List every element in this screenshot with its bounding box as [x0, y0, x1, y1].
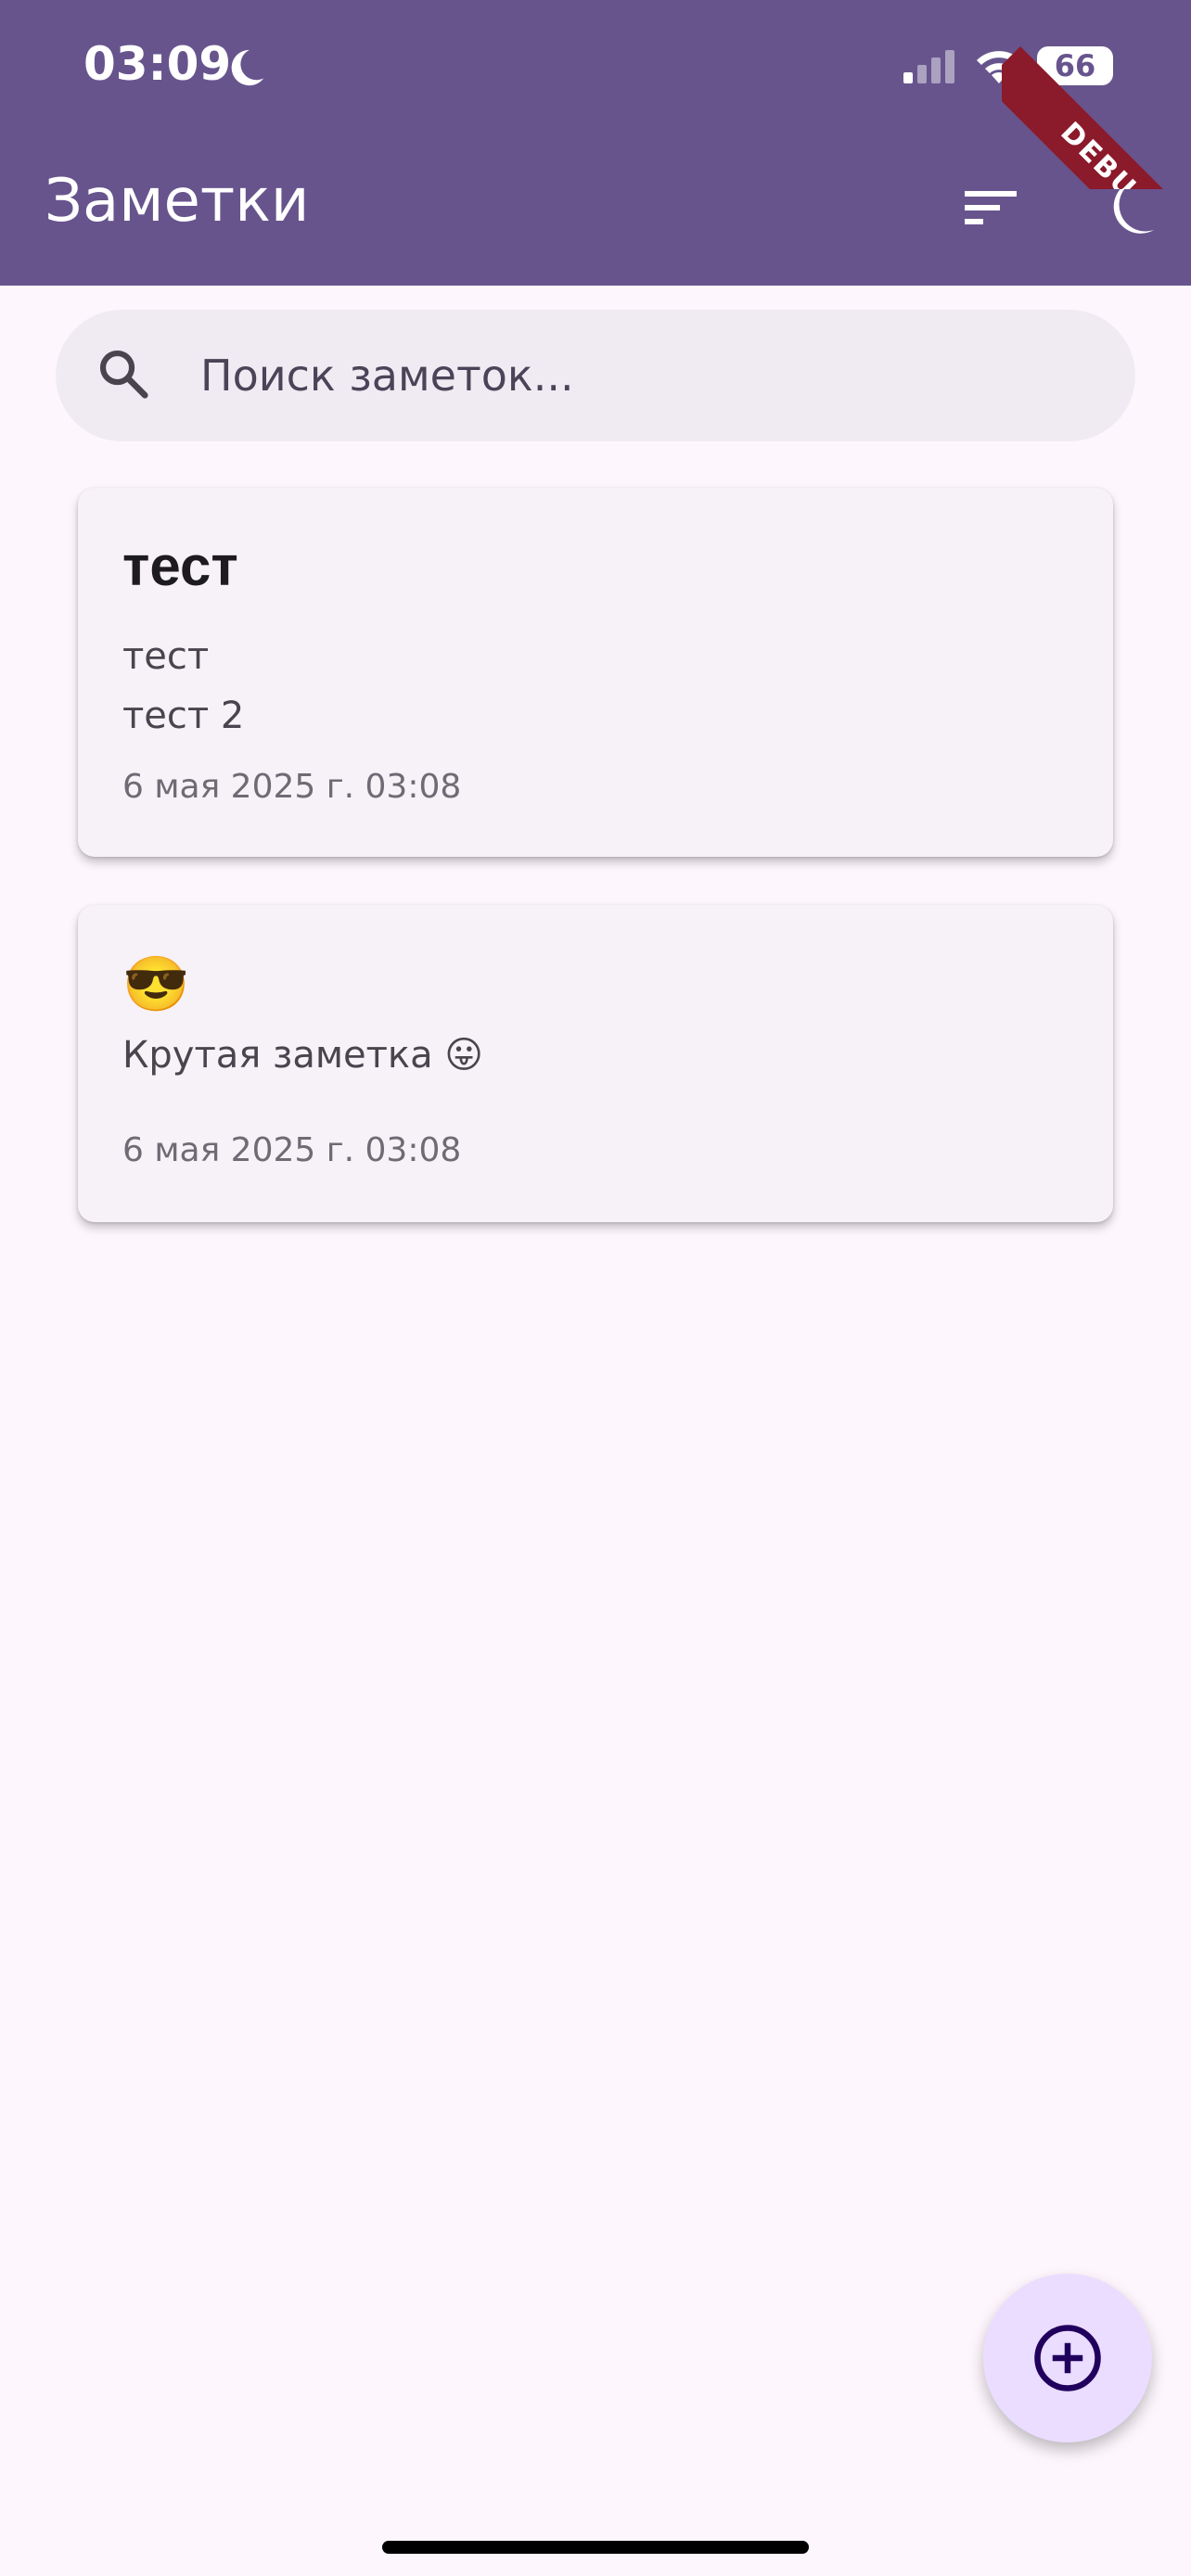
add-circle-icon: [1034, 2325, 1101, 2391]
status-time: 03:09: [83, 37, 232, 91]
home-indicator[interactable]: [382, 2541, 809, 2554]
page-title: Заметки: [45, 167, 310, 236]
sort-icon[interactable]: [961, 185, 1020, 230]
note-card[interactable]: 😎 Крутая заметка 😛 6 мая 2025 г. 03:08: [78, 905, 1113, 1222]
note-body: тест тест 2: [122, 627, 244, 746]
note-body-line: Крутая заметка 😛: [122, 1034, 484, 1077]
note-body-line: тест 2: [122, 695, 245, 737]
search-icon: [99, 350, 148, 399]
search-input[interactable]: [200, 336, 1091, 415]
note-body: Крутая заметка 😛: [122, 1026, 483, 1085]
app-bar: 03:09 66 Заметки DEBUG: [0, 0, 1191, 286]
search-bar[interactable]: [56, 310, 1135, 441]
note-card[interactable]: тест тест тест 2 6 мая 2025 г. 03:08: [78, 488, 1113, 857]
note-title: 😎: [122, 954, 190, 1014]
debug-banner: DEBUG: [1002, 0, 1191, 189]
debug-ribbon-label: DEBUG: [1002, 46, 1191, 189]
cellular-signal-icon: [903, 50, 954, 83]
note-body-line: тест: [122, 635, 210, 678]
add-note-button[interactable]: [983, 2274, 1152, 2442]
note-title: тест: [122, 535, 238, 597]
note-date: 6 мая 2025 г. 03:08: [122, 1131, 462, 1169]
do-not-disturb-moon-icon: [231, 49, 264, 86]
note-date: 6 мая 2025 г. 03:08: [122, 768, 462, 806]
